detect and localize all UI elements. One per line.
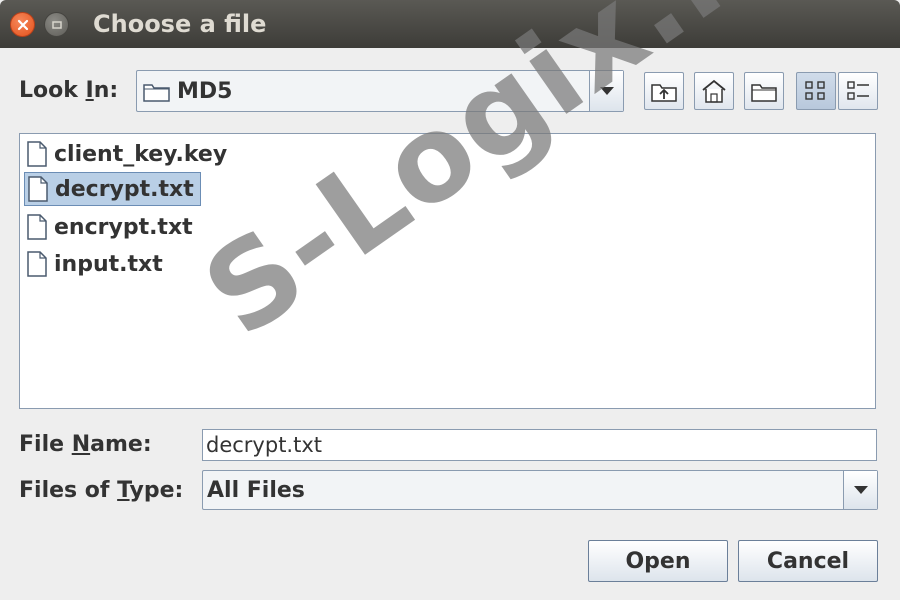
file-list[interactable]: client_key.key decrypt.txt encrypt.txt i… [19,133,876,409]
title-bar: Choose a file [0,0,900,48]
home-button[interactable] [694,72,734,110]
details-view-button[interactable] [838,72,878,110]
file-type-combobox[interactable]: All Files [202,470,878,510]
file-name: decrypt.txt [55,176,194,202]
chevron-down-icon [599,87,614,95]
file-icon [27,251,47,277]
up-one-level-icon [651,84,677,102]
close-button[interactable] [10,12,35,37]
list-view-icon [805,81,825,100]
list-item[interactable]: client_key.key [24,137,233,171]
list-item[interactable]: input.txt [24,247,169,281]
chevron-down-icon [853,486,868,494]
look-in-dropdown-button[interactable] [589,71,623,111]
folder-icon [143,84,170,102]
file-name: client_key.key [54,141,228,167]
minimize-button[interactable] [44,12,69,37]
up-one-level-button[interactable] [644,72,684,110]
file-icon [27,141,47,167]
look-in-combobox[interactable]: MD5 [136,70,624,112]
minimize-icon [51,20,62,29]
close-icon [17,19,28,30]
file-icon [28,176,48,202]
list-view-button[interactable] [796,72,836,110]
list-item[interactable]: encrypt.txt [24,210,199,244]
new-folder-icon [751,84,777,102]
look-in-label: Look In: [19,78,119,103]
look-in-value: MD5 [177,79,233,104]
new-folder-button[interactable] [744,72,784,110]
file-name-field[interactable] [202,429,877,461]
file-name: encrypt.txt [54,214,193,240]
home-icon [702,79,726,103]
file-type-label: Files of Type: [19,478,184,503]
file-icon [27,214,47,240]
file-type-value: All Files [207,478,305,503]
file-name: input.txt [54,251,163,277]
cancel-button[interactable]: Cancel [738,540,878,582]
details-view-icon [847,81,869,100]
window-title: Choose a file [93,10,267,38]
file-type-dropdown-button[interactable] [843,471,877,509]
list-item[interactable]: decrypt.txt [24,172,201,206]
file-name-label: File Name: [19,432,152,457]
open-button[interactable]: Open [588,540,728,582]
